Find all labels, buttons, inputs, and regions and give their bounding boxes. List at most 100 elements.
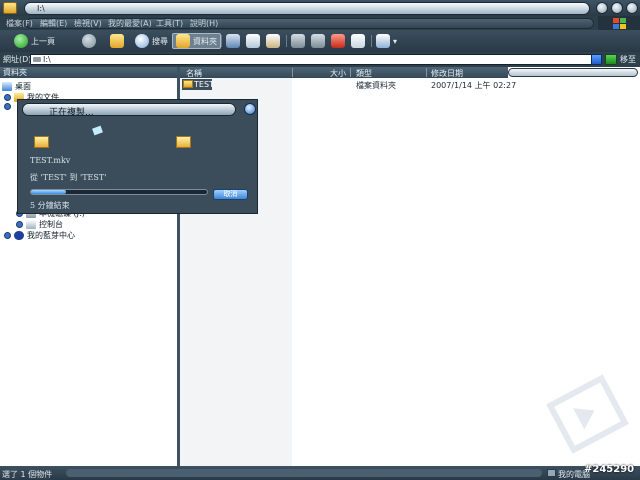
- back-button[interactable]: 上一頁: [14, 33, 55, 49]
- table-row[interactable]: TEST 檔案資料夾 2007/1/14 上午 02:27: [180, 79, 640, 90]
- address-dropdown-button[interactable]: [591, 54, 602, 65]
- column-divider[interactable]: [426, 68, 427, 77]
- menu-favorites[interactable]: 我的最愛(A): [108, 18, 152, 29]
- windows-logo-icon: [598, 16, 640, 30]
- dialog-title-bar[interactable]: 正在複製...: [22, 103, 236, 118]
- column-type[interactable]: 類型: [356, 68, 372, 79]
- drive-icon: [33, 57, 41, 62]
- folder-icon: [183, 80, 193, 88]
- menu-file[interactable]: 檔案(F): [6, 18, 33, 29]
- expand-icon[interactable]: [16, 221, 23, 228]
- folders-icon: [176, 34, 190, 48]
- file-name: TEST: [194, 80, 214, 89]
- menu-view[interactable]: 檢視(V): [74, 18, 102, 29]
- column-divider[interactable]: [292, 68, 293, 77]
- dialog-title: 正在複製...: [49, 108, 94, 118]
- bluetooth-icon: [14, 231, 24, 240]
- column-modified[interactable]: 修改日期: [431, 68, 463, 79]
- chevron-down-icon: ▾: [393, 36, 398, 46]
- copy-dialog[interactable]: 正在複製... TEST.mkv 從 'TEST' 到 'TEST' 取消 5 …: [17, 99, 258, 214]
- window-title: I:\: [37, 4, 45, 13]
- copy-to-icon: [311, 34, 325, 48]
- file-type: 檔案資料夾: [356, 81, 396, 90]
- up-folder-icon: [110, 34, 124, 48]
- views-button[interactable]: ▾: [376, 33, 397, 49]
- toolbar: 上一頁 搜尋 資料夾 ▾: [0, 30, 640, 52]
- dialog-time-remaining: 5 分鐘結束: [30, 201, 70, 210]
- copy-button[interactable]: [246, 33, 260, 49]
- folders-button[interactable]: 資料夾: [172, 33, 221, 49]
- toolbar-separator: [286, 35, 287, 47]
- control-panel-icon: [26, 220, 36, 229]
- properties-icon: [351, 34, 365, 48]
- folders-pane-header: 資料夾: [0, 67, 177, 78]
- cancel-button[interactable]: 取消: [213, 189, 248, 200]
- destination-folder-icon: [176, 136, 191, 148]
- column-size[interactable]: 大小: [330, 68, 346, 79]
- tree-item-control-panel[interactable]: 控制台: [16, 219, 63, 230]
- column-divider[interactable]: [350, 68, 351, 77]
- delete-button[interactable]: [331, 33, 345, 49]
- desktop-icon: [2, 82, 12, 91]
- go-arrow-icon[interactable]: [605, 54, 617, 65]
- title-bar[interactable]: I:\: [0, 0, 640, 16]
- forward-button[interactable]: [82, 33, 96, 49]
- tree-item-my-computer[interactable]: [4, 103, 11, 110]
- back-arrow-icon: [14, 34, 28, 48]
- folders-label: 資料夾: [193, 36, 217, 46]
- close-button[interactable]: [626, 2, 638, 14]
- paste-icon: [266, 34, 280, 48]
- menu-tools[interactable]: 工具(T): [156, 18, 183, 29]
- forward-arrow-icon: [82, 34, 96, 48]
- address-value: I:\: [43, 55, 51, 64]
- up-folder-button[interactable]: [110, 33, 124, 49]
- status-bar: 選了 1 個物件 我的電腦: [0, 466, 640, 480]
- search-icon: [135, 34, 149, 48]
- tree-item-label: 控制台: [39, 220, 63, 229]
- tree-item-label: 桌面: [15, 82, 31, 91]
- toolbar-separator: [221, 35, 222, 47]
- column-header: 名稱 大小 類型 修改日期: [180, 67, 508, 78]
- dialog-from-to: 從 'TEST' 到 'TEST': [30, 173, 107, 182]
- computer-icon: [547, 469, 556, 477]
- copy-progress-bar: [30, 189, 208, 195]
- expand-icon[interactable]: [4, 103, 11, 110]
- status-text: 選了 1 個物件: [2, 470, 53, 479]
- menu-help[interactable]: 說明(H): [190, 18, 218, 29]
- expand-icon[interactable]: [4, 232, 11, 239]
- cut-button[interactable]: [226, 33, 240, 49]
- flying-paper-icon: [92, 125, 103, 136]
- cut-icon: [226, 34, 240, 48]
- folder-icon[interactable]: [3, 2, 17, 14]
- expand-icon[interactable]: [4, 94, 11, 101]
- dialog-file-name: TEST.mkv: [30, 156, 71, 165]
- go-button[interactable]: 移至: [620, 54, 636, 65]
- menu-bar: 檔案(F) 編輯(E) 檢視(V) 我的最愛(A) 工具(T) 說明(H): [0, 16, 640, 30]
- tree-item-bluetooth[interactable]: 我的藍芽中心: [4, 230, 75, 241]
- search-button[interactable]: 搜尋: [135, 33, 168, 49]
- status-pill: [66, 469, 542, 477]
- move-to-icon: [291, 34, 305, 48]
- minimize-button[interactable]: [596, 2, 608, 14]
- column-name[interactable]: 名稱: [186, 68, 202, 79]
- search-label: 搜尋: [152, 36, 168, 46]
- watermark-tag: #245290: [584, 464, 635, 475]
- copy-progress-fill: [31, 190, 67, 194]
- properties-button[interactable]: [351, 33, 365, 49]
- toolbar-separator: [371, 35, 372, 47]
- address-input[interactable]: I:\: [30, 54, 602, 65]
- maximize-button[interactable]: [611, 2, 623, 14]
- address-bar: 網址(D) I:\ 移至: [0, 52, 640, 67]
- copy-to-button[interactable]: [311, 33, 325, 49]
- address-label: 網址(D): [3, 55, 32, 64]
- paste-button[interactable]: [266, 33, 280, 49]
- copy-icon: [246, 34, 260, 48]
- menu-edit[interactable]: 編輯(E): [40, 18, 67, 29]
- dialog-close-button[interactable]: [244, 103, 256, 115]
- tree-item-desktop[interactable]: 桌面: [2, 81, 31, 92]
- file-modified: 2007/1/14 上午 02:27: [431, 81, 517, 90]
- column-header-tail: [508, 68, 638, 77]
- move-to-button[interactable]: [291, 33, 305, 49]
- views-icon: [376, 34, 390, 48]
- title-pill: I:\: [24, 2, 590, 15]
